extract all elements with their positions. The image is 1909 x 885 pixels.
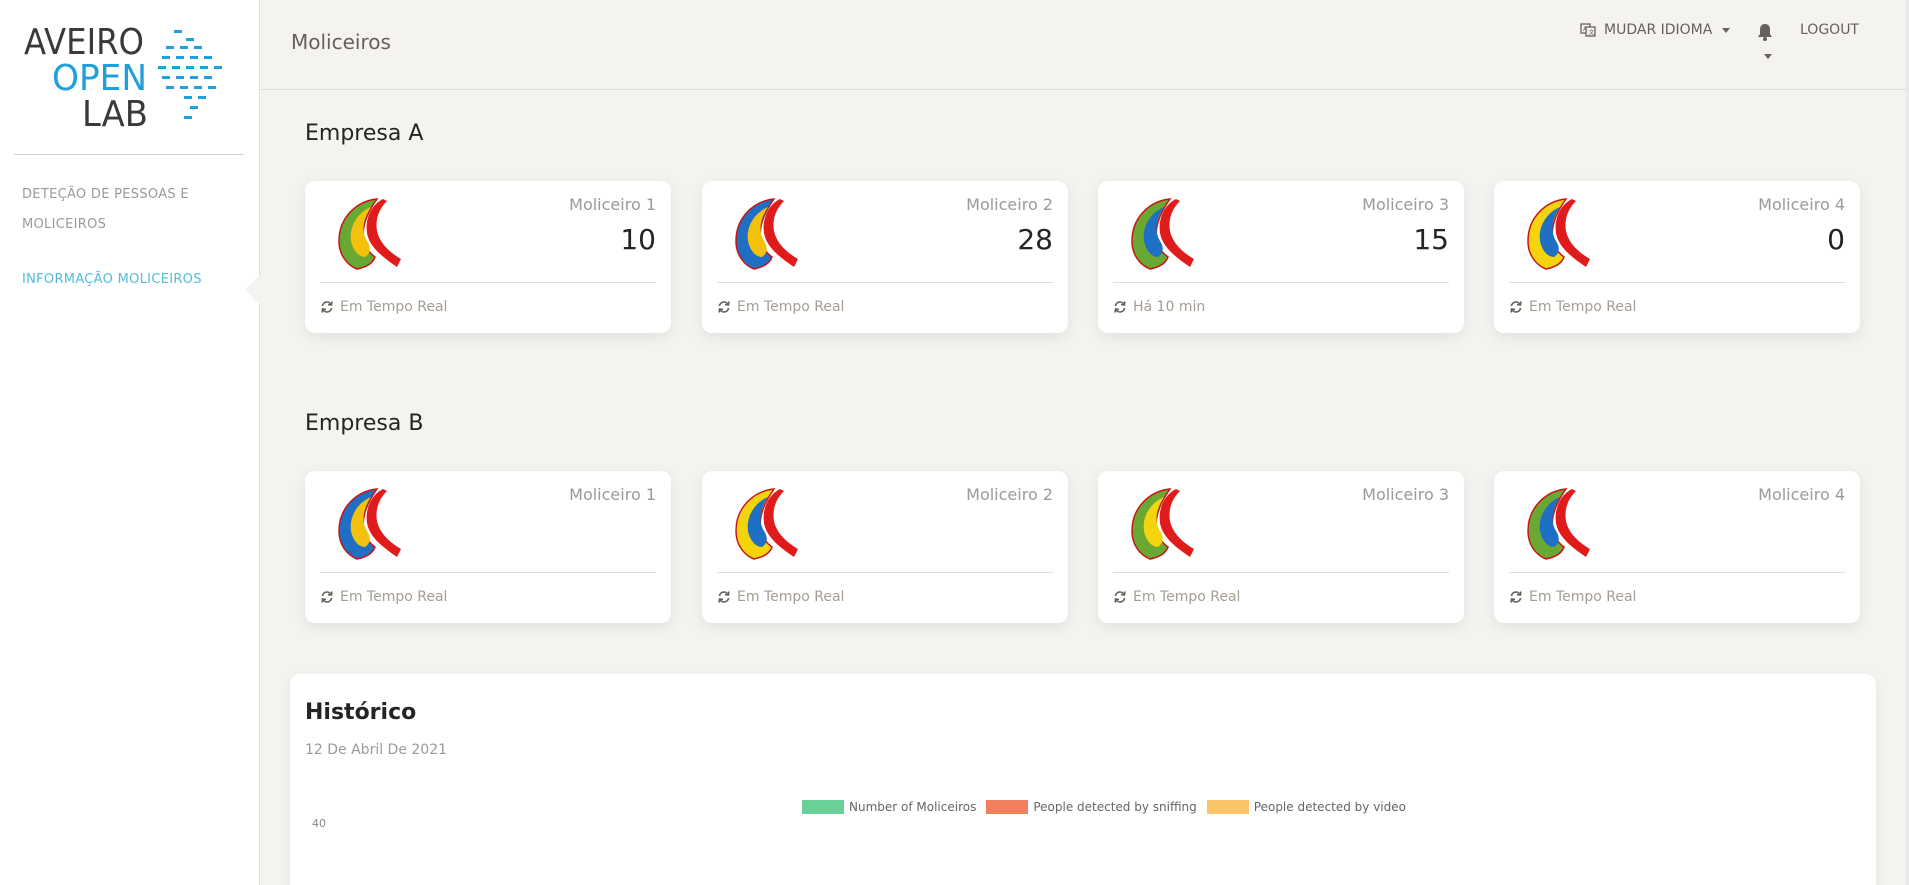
update-status: Em Tempo Real — [340, 299, 448, 315]
bell-icon — [1758, 24, 1772, 41]
section-title-empresa-b: Empresa B — [305, 411, 424, 436]
active-item-indicator — [245, 275, 260, 305]
card-title: Moliceiro 3 — [1362, 195, 1449, 214]
card-footer: Há 10 min — [1113, 299, 1205, 315]
chart-legend: Number of Moliceiros People detected by … — [802, 800, 1406, 814]
people-count: 15 — [1413, 223, 1449, 256]
update-status: Há 10 min — [1133, 299, 1206, 315]
logo-line-3: LAB — [82, 94, 148, 134]
change-language-button[interactable]: A 文 MUDAR IDIOMA — [1580, 22, 1731, 38]
card-footer: Em Tempo Real — [1113, 589, 1240, 605]
moliceiro-boat-icon — [728, 197, 800, 271]
legend-swatch — [986, 800, 1029, 814]
moliceiro-card[interactable]: Moliceiro 3 Em Tempo Real — [1098, 471, 1464, 623]
moliceiro-boat-icon — [1124, 487, 1196, 561]
translate-icon: A 文 — [1580, 23, 1596, 37]
logout-button[interactable]: LOGOUT — [1800, 22, 1859, 38]
card-title: Moliceiro 4 — [1758, 485, 1845, 504]
card-divider — [320, 282, 656, 283]
refresh-icon — [1510, 591, 1522, 603]
logo-area: AVEIRO OPEN LAB — [14, 0, 244, 155]
logo-dots-pattern — [158, 30, 222, 119]
section-title-empresa-a: Empresa A — [305, 121, 424, 146]
legend-label: People detected by sniffing — [1033, 800, 1197, 814]
legend-swatch — [802, 800, 844, 814]
card-footer: Em Tempo Real — [1509, 299, 1636, 315]
change-language-label: MUDAR IDIOMA — [1604, 22, 1713, 38]
legend-item-video[interactable]: People detected by video — [1206, 800, 1406, 814]
legend-item-moliceiros[interactable]: Number of Moliceiros — [802, 800, 976, 814]
sidebar-item-detecao[interactable]: DETEÇÃO DE PESSOAS E MOLICEIROS — [0, 180, 220, 240]
refresh-icon — [1114, 591, 1126, 603]
history-date: 12 De Abril De 2021 — [305, 742, 448, 758]
card-title: Moliceiro 4 — [1758, 195, 1845, 214]
logo-line-2: OPEN — [52, 58, 147, 99]
notifications-button[interactable] — [1756, 22, 1776, 66]
y-axis-tick: 40 — [312, 817, 326, 830]
refresh-icon — [718, 301, 730, 313]
card-footer: Em Tempo Real — [717, 589, 844, 605]
update-status: Em Tempo Real — [1133, 589, 1241, 605]
moliceiro-card[interactable]: Moliceiro 2 Em Tempo Real — [702, 471, 1068, 623]
card-title: Moliceiro 1 — [569, 485, 656, 504]
chevron-down-icon — [1764, 54, 1772, 59]
refresh-icon — [321, 301, 333, 313]
moliceiro-card[interactable]: Moliceiro 1 10 Em Tempo Real — [305, 181, 671, 333]
card-footer: Em Tempo Real — [320, 299, 447, 315]
moliceiro-card[interactable]: Moliceiro 3 15 Há 10 min — [1098, 181, 1464, 333]
moliceiro-boat-icon — [331, 487, 403, 561]
card-divider — [1509, 282, 1845, 283]
card-footer: Em Tempo Real — [717, 299, 844, 315]
sidebar-nav: DETEÇÃO DE PESSOAS E MOLICEIROS INFORMAÇ… — [0, 180, 260, 290]
update-status: Em Tempo Real — [1529, 589, 1637, 605]
update-status: Em Tempo Real — [340, 589, 448, 605]
moliceiro-card[interactable]: Moliceiro 1 Em Tempo Real — [305, 471, 671, 623]
moliceiro-boat-icon — [1520, 487, 1592, 561]
update-status: Em Tempo Real — [737, 589, 845, 605]
card-divider — [320, 572, 656, 573]
card-title: Moliceiro 2 — [966, 485, 1053, 504]
legend-label: Number of Moliceiros — [849, 800, 977, 814]
update-status: Em Tempo Real — [737, 299, 845, 315]
card-divider — [1113, 572, 1449, 573]
card-divider — [1509, 572, 1845, 573]
sidebar-item-informacao-moliceiros[interactable]: INFORMAÇÃO MOLICEIROS — [0, 270, 260, 290]
refresh-icon — [1510, 301, 1522, 313]
moliceiro-boat-icon — [1124, 197, 1196, 271]
aveiro-open-lab-logo[interactable]: AVEIRO OPEN LAB — [24, 24, 234, 134]
moliceiro-boat-icon — [728, 487, 800, 561]
refresh-icon — [321, 591, 333, 603]
card-divider — [1113, 282, 1449, 283]
people-count: 28 — [1017, 223, 1053, 256]
card-title: Moliceiro 3 — [1362, 485, 1449, 504]
history-title: Histórico — [305, 700, 417, 725]
card-footer: Em Tempo Real — [320, 589, 447, 605]
sidebar: AVEIRO OPEN LAB DETEÇÃO DE PESSOAS E MOL… — [0, 0, 260, 885]
svg-text:文: 文 — [1589, 29, 1595, 37]
refresh-icon — [718, 591, 730, 603]
moliceiro-boat-icon — [1520, 197, 1592, 271]
page-title: Moliceiros — [291, 30, 391, 54]
card-title: Moliceiro 1 — [569, 195, 656, 214]
update-status: Em Tempo Real — [1529, 299, 1637, 315]
refresh-icon — [1114, 301, 1126, 313]
chevron-down-icon — [1722, 27, 1731, 33]
top-navbar: Moliceiros A 文 MUDAR IDIOMA LOGOUT — [260, 0, 1909, 90]
moliceiro-card[interactable]: Moliceiro 4 0 Em Tempo Real — [1494, 181, 1860, 333]
legend-label: People detected by video — [1253, 800, 1406, 814]
moliceiro-card[interactable]: Moliceiro 4 Em Tempo Real — [1494, 471, 1860, 623]
card-title: Moliceiro 2 — [966, 195, 1053, 214]
card-divider — [717, 572, 1053, 573]
people-count: 0 — [1827, 223, 1845, 256]
legend-item-sniffing[interactable]: People detected by sniffing — [986, 800, 1197, 814]
card-divider — [717, 282, 1053, 283]
moliceiro-boat-icon — [331, 197, 403, 271]
history-chart-card: Histórico 12 De Abril De 2021 Number of … — [290, 674, 1876, 885]
legend-swatch — [1206, 800, 1249, 814]
people-count: 10 — [620, 223, 656, 256]
moliceiro-card[interactable]: Moliceiro 2 28 Em Tempo Real — [702, 181, 1068, 333]
card-footer: Em Tempo Real — [1509, 589, 1636, 605]
